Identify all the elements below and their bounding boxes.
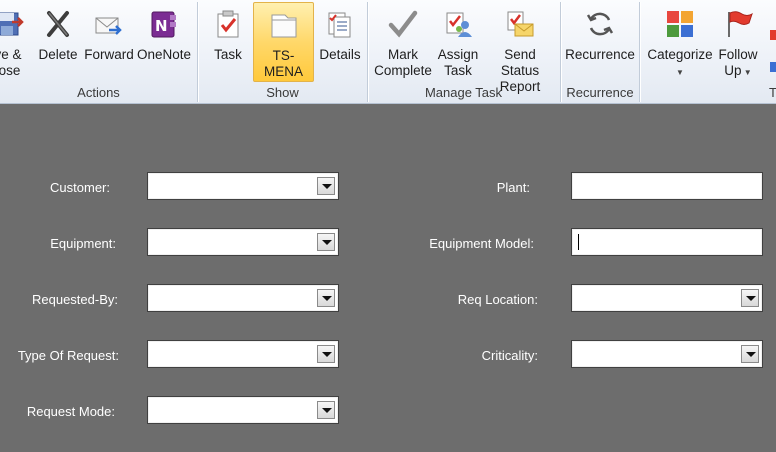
chevron-down-icon: ▼	[676, 68, 684, 77]
importance-icon[interactable]	[770, 62, 776, 72]
follow-up-button[interactable]: Follow Up ▼	[716, 2, 760, 82]
delete-label: Delete	[38, 47, 78, 62]
group-label-tags: Tag	[769, 85, 776, 100]
assign-task-icon	[446, 12, 472, 37]
group-recurrence: Recurrence Recurrence	[561, 0, 639, 103]
criticality-combo[interactable]	[571, 340, 763, 368]
recurrence-arrows-icon	[586, 12, 614, 36]
details-button[interactable]: Details	[318, 2, 362, 82]
follow-up-label: Follow Up ▼	[718, 47, 758, 78]
categorize-label: Categorize ▼	[647, 47, 713, 77]
chevron-down-icon: ▼	[741, 68, 752, 77]
color-category-icon	[667, 11, 693, 37]
assign-task-button[interactable]: Assign Task	[434, 2, 482, 82]
chevron-down-icon[interactable]	[317, 401, 335, 419]
group-label-actions: Actions	[77, 85, 120, 100]
plant-label: Plant:	[496, 180, 530, 195]
chevron-down-icon[interactable]	[317, 289, 335, 307]
forward-envelope-icon	[95, 17, 122, 35]
custom-form-icon	[271, 14, 296, 38]
onenote-icon: N	[151, 11, 176, 38]
details-label: Details	[319, 47, 361, 62]
onenote-label: OneNote	[136, 47, 192, 62]
ts-mena-label: TS-MENA	[263, 48, 303, 79]
req-location-label: Req Location:	[457, 292, 538, 307]
mark-complete-label: Mark Complete	[374, 47, 432, 78]
requested-by-combo[interactable]	[147, 284, 339, 312]
text-caret	[578, 234, 579, 250]
equipment-label: Equipment:	[50, 236, 116, 251]
categorize-button[interactable]: Categorize ▼	[644, 2, 716, 82]
save-close-icon	[0, 12, 24, 36]
task-label: Task	[214, 47, 242, 62]
mark-complete-button[interactable]: Mark Complete	[372, 2, 434, 82]
forward-button[interactable]: Forward	[83, 2, 135, 82]
chevron-down-icon[interactable]	[317, 233, 335, 251]
request-mode-combo[interactable]	[147, 396, 339, 424]
delete-x-icon	[47, 11, 69, 37]
recurrence-button[interactable]: Recurrence	[565, 2, 635, 82]
group-manage-task: Mark Complete Assign Task Send Status Re…	[368, 0, 559, 103]
checkmark-icon	[388, 10, 418, 38]
request-mode-label: Request Mode:	[26, 404, 115, 419]
group-actions: ve & lose Delete Forward N One	[0, 0, 197, 103]
chevron-down-icon[interactable]	[741, 289, 759, 307]
criticality-label: Criticality:	[481, 348, 538, 363]
assign-task-label: Assign Task	[437, 47, 479, 78]
chevron-down-icon[interactable]	[741, 345, 759, 363]
flag-icon[interactable]	[770, 30, 776, 40]
group-label-recurrence: Recurrence	[566, 85, 634, 100]
group-tags: Categorize▼ Follow Up ▼ Tag	[640, 0, 776, 103]
group-label-show: Show	[266, 85, 299, 100]
svg-text:N: N	[155, 17, 168, 35]
details-icon	[328, 12, 351, 38]
requested-by-label: Requested-By:	[32, 292, 118, 307]
group-label-manage-task: Manage Task	[424, 85, 503, 100]
chevron-down-icon[interactable]	[317, 177, 335, 195]
flag-icon	[728, 11, 753, 37]
forward-label: Forward	[84, 47, 134, 62]
equipment-combo[interactable]	[147, 228, 339, 256]
group-show: Task TS-MENA Details Show	[198, 0, 367, 103]
customer-label: Customer:	[50, 180, 110, 195]
ts-mena-button[interactable]: TS-MENA	[253, 2, 314, 82]
req-location-combo[interactable]	[571, 284, 763, 312]
type-of-request-combo[interactable]	[147, 340, 339, 368]
customer-combo[interactable]	[147, 172, 339, 200]
save-close-button[interactable]: ve & lose	[0, 2, 30, 82]
task-button[interactable]: Task	[208, 2, 248, 82]
task-clipboard-icon	[217, 10, 239, 38]
recurrence-label: Recurrence	[565, 47, 635, 62]
type-of-request-label: Type Of Request:	[17, 348, 119, 363]
ribbon: ve & lose Delete Forward N One	[0, 0, 776, 104]
delete-button[interactable]: Delete	[36, 2, 80, 82]
send-status-report-button[interactable]: Send Status Report	[484, 2, 556, 94]
equipment-model-label: Equipment Model:	[429, 236, 534, 251]
equipment-model-input[interactable]	[571, 228, 763, 256]
onenote-button[interactable]: N OneNote	[136, 2, 192, 82]
save-close-label: ve & lose	[0, 47, 22, 78]
chevron-down-icon[interactable]	[317, 345, 335, 363]
status-report-envelope-icon	[507, 11, 534, 37]
plant-input[interactable]	[571, 172, 763, 200]
